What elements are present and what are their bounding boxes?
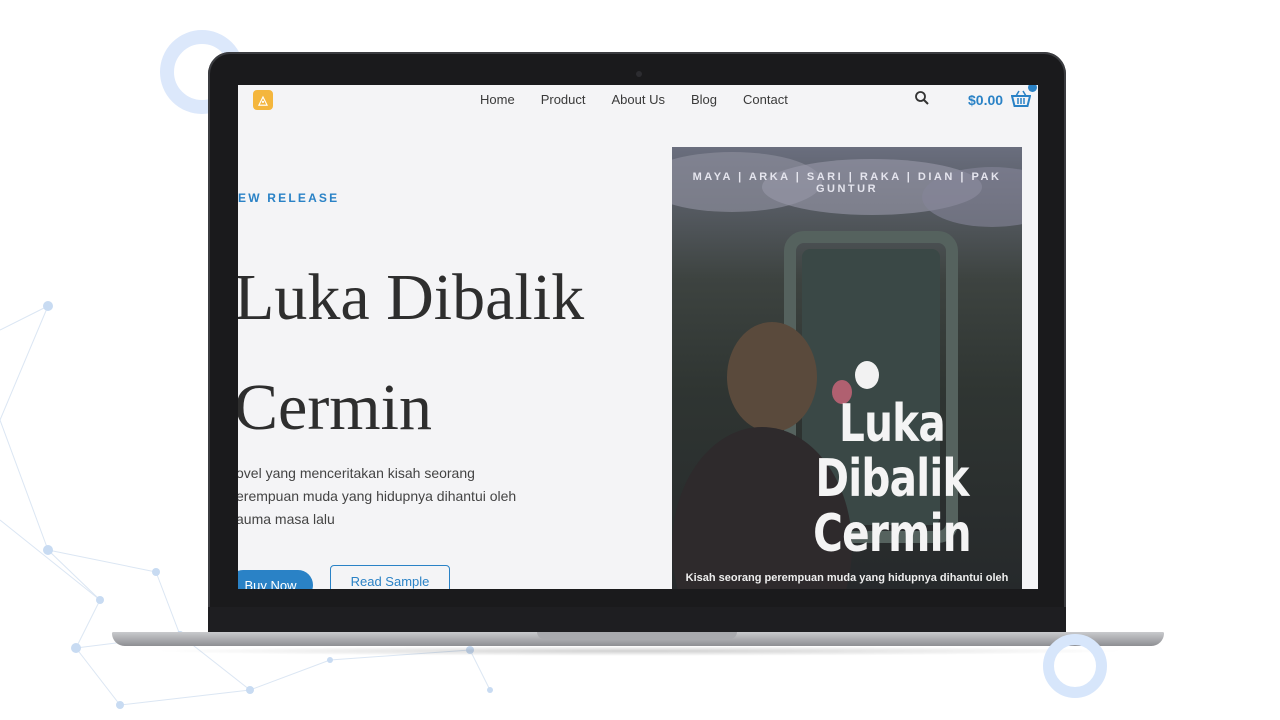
hero-title: Luka Dibalik Cermin bbox=[238, 243, 654, 463]
cart-basket-icon[interactable] bbox=[1011, 90, 1031, 108]
hero-description-line3: auma masa lalu bbox=[238, 511, 335, 527]
read-sample-button[interactable]: Read Sample bbox=[330, 565, 450, 589]
nav-contact[interactable]: Contact bbox=[743, 92, 788, 107]
decorative-ring-bottom-right bbox=[1043, 634, 1107, 698]
hero-description-line2: erempuan muda yang hidupnya dihantui ole… bbox=[238, 488, 517, 504]
laptop-base-notch bbox=[537, 632, 737, 639]
new-release-label: EW RELEASE bbox=[238, 191, 340, 205]
site-logo[interactable]: ◬ bbox=[253, 90, 273, 110]
search-icon[interactable] bbox=[914, 90, 930, 106]
cover-title: Luka Dibalik Cermin bbox=[798, 397, 985, 562]
hero-description-line1: ovel yang menceritakan kisah seorang bbox=[238, 465, 475, 481]
cover-tagline: Kisah seorang perempuan muda yang hidupn… bbox=[685, 572, 1009, 584]
buy-now-button[interactable]: Buy Now bbox=[238, 570, 313, 589]
laptop-frame: ◬ Home Product About Us Blog Contact $0.… bbox=[208, 52, 1066, 637]
laptop-screen: ◬ Home Product About Us Blog Contact $0.… bbox=[238, 85, 1038, 589]
cart-total[interactable]: $0.00 bbox=[968, 92, 1003, 108]
nav-about-us[interactable]: About Us bbox=[612, 92, 665, 107]
hero-title-line2: Cermin bbox=[238, 371, 432, 444]
cart-count-badge bbox=[1028, 85, 1037, 92]
site-header: ◬ Home Product About Us Blog Contact $0.… bbox=[238, 85, 1038, 115]
book-cover-image: MAYA | ARKA | SARI | RAKA | DIAN | PAK G… bbox=[672, 147, 1022, 589]
nav-product[interactable]: Product bbox=[541, 92, 586, 107]
hero-description: ovel yang menceritakan kisah seorang ere… bbox=[238, 462, 536, 531]
cover-title-line3: Cermin bbox=[813, 504, 971, 564]
nav-blog[interactable]: Blog bbox=[691, 92, 717, 107]
cover-title-line1: Luka bbox=[839, 394, 946, 454]
laptop-shadow bbox=[150, 646, 1130, 656]
main-nav: Home Product About Us Blog Contact bbox=[480, 92, 814, 107]
cover-authors: MAYA | ARKA | SARI | RAKA | DIAN | PAK G… bbox=[692, 171, 1002, 195]
camera-dot bbox=[636, 71, 642, 77]
hero-title-line1: Luka Dibalik bbox=[238, 261, 585, 334]
cover-title-line2: Dibalik bbox=[815, 449, 969, 509]
nav-home[interactable]: Home bbox=[480, 92, 515, 107]
